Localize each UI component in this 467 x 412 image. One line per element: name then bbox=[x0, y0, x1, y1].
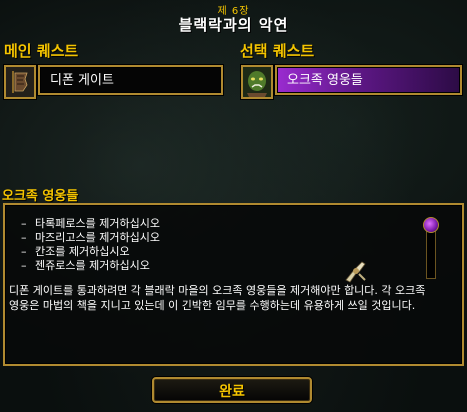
quest-detail-panel: – 타록페로스를 제거하십시오 – 마즈리고스를 제거하십시오 – 칸조를 제거하십시… bbox=[3, 203, 464, 366]
detail-heading: 오크족 영웅들 bbox=[2, 189, 79, 204]
objective-item: – 마즈리고스를 제거하십시오 bbox=[21, 231, 160, 244]
objective-list: – 타록페로스를 제거하십시오 – 마즈리고스를 제거하십시오 – 칸조를 제거하십시… bbox=[21, 217, 160, 273]
done-button[interactable]: 완료 bbox=[152, 377, 312, 403]
objective-item: – 칸조를 제거하십시오 bbox=[21, 245, 130, 258]
orc-portrait-icon[interactable] bbox=[241, 65, 273, 99]
torn-banner-icon[interactable] bbox=[4, 65, 36, 99]
objective-item: – 타록페로스를 제거하십시오 bbox=[21, 217, 160, 230]
main-quest-item[interactable]: 디폰 게이트 bbox=[38, 65, 223, 95]
optional-quest-item[interactable]: 오크족 영웅들 bbox=[275, 65, 462, 95]
objective-item: – 젠쥬로스를 제거하십시오 bbox=[21, 259, 150, 272]
main-quest-heading: 메인 퀘스트 bbox=[4, 42, 79, 60]
chapter-title: 블랙락과의 악연 bbox=[178, 16, 289, 34]
optional-quest-heading: 선택 퀘스트 bbox=[240, 42, 315, 60]
gauntlet-cursor-icon bbox=[343, 258, 369, 288]
scrollbar-thumb[interactable] bbox=[423, 217, 439, 233]
